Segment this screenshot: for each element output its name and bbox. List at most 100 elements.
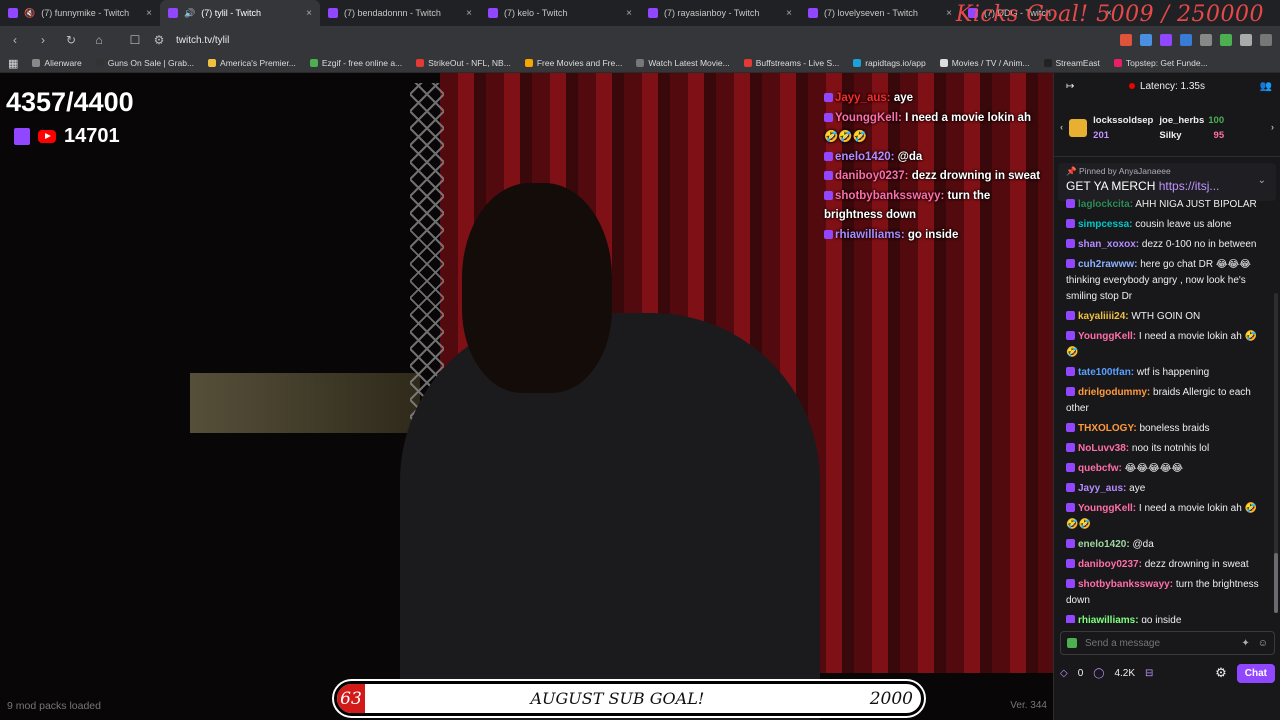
reload-icon[interactable]: ↻ <box>64 33 78 47</box>
close-tab-icon[interactable]: × <box>146 8 152 19</box>
video-player[interactable]: 4357/4400 14701 Jayy_aus: aye YounggKell:… <box>0 73 1053 720</box>
bookmark-item[interactable]: Guns On Sale | Grab... <box>95 58 194 68</box>
bookmark-item[interactable]: Ezgif - free online a... <box>309 58 402 68</box>
chat-username[interactable]: YounggKell: <box>1078 331 1136 342</box>
url-text[interactable]: twitch.tv/tylil <box>176 35 229 46</box>
close-tab-icon[interactable]: × <box>306 8 312 19</box>
browser-tab[interactable]: 🔊 (7) tylil - Twitch × <box>160 0 320 26</box>
forward-icon[interactable]: › <box>36 33 50 47</box>
close-tab-icon[interactable]: × <box>786 8 792 19</box>
chat-username[interactable]: quebcfw: <box>1078 463 1122 474</box>
audio-icon[interactable]: 🔊 <box>184 8 195 19</box>
chat-message[interactable]: enelo1420: @da <box>1066 535 1268 555</box>
chevron-down-icon[interactable]: ⌄ <box>1258 175 1266 186</box>
prediction-icon[interactable]: ⊟ <box>1145 668 1153 679</box>
badge-icon[interactable] <box>1067 638 1077 648</box>
close-tab-icon[interactable]: × <box>466 8 472 19</box>
chat-send-button[interactable]: Chat <box>1236 663 1275 683</box>
chat-username[interactable]: enelo1420: <box>1078 539 1130 550</box>
home-icon[interactable]: ⌂ <box>92 33 106 47</box>
leaderboard-next-icon[interactable]: › <box>1271 122 1274 133</box>
chat-message[interactable]: THXOLOGY: boneless braids <box>1066 419 1268 439</box>
browser-tab[interactable]: (7) bendadonnn - Twitch × <box>320 0 480 26</box>
chat-username[interactable]: cuh2rawww: <box>1078 259 1137 270</box>
chat-message[interactable]: rhiawilliams: go inside <box>1066 611 1268 623</box>
extension-icon[interactable] <box>1200 34 1212 46</box>
chat-input-box[interactable]: ✦ ☺ <box>1060 631 1275 655</box>
chat-scrollbar[interactable] <box>1274 293 1278 613</box>
bookmark-item[interactable]: StrikeOut - NFL, NB... <box>416 58 511 68</box>
chat-message[interactable]: drielgodummy: braids Allergic to each ot… <box>1066 383 1268 419</box>
chat-message[interactable]: daniboy0237: dezz drowning in sweat <box>1066 555 1268 575</box>
extension-icon[interactable] <box>1160 34 1172 46</box>
bookmark-icon[interactable]: ☐ <box>128 33 142 47</box>
apps-grid-icon[interactable]: ▦ <box>8 57 18 70</box>
chat-message[interactable]: YounggKell: I need a movie lokin ah 🤣🤣🤣 <box>1066 499 1268 535</box>
bookmark-item[interactable]: Movies / TV / Anim... <box>939 58 1030 68</box>
site-info-icon[interactable]: ⚙ <box>152 33 166 47</box>
bookmark-item[interactable]: Watch Latest Movie... <box>636 58 730 68</box>
chat-username[interactable]: THXOLOGY: <box>1078 423 1137 434</box>
bookmark-item[interactable]: Free Movies and Fre... <box>524 58 622 68</box>
chat-username[interactable]: shan_xoxox: <box>1078 239 1139 250</box>
pinned-link[interactable]: https://itsj... <box>1159 179 1220 193</box>
extension-icon[interactable] <box>1220 34 1232 46</box>
url-field[interactable]: ☐ ⚙ twitch.tv/tylil <box>128 33 1106 47</box>
brave-shield-icon[interactable] <box>1120 34 1132 46</box>
chat-message[interactable]: shotbybanksswayy: turn the brightness do… <box>1066 575 1268 611</box>
chat-message[interactable]: tate100tfan: wtf is happening <box>1066 363 1268 383</box>
chat-message[interactable]: YounggKell: I need a movie lokin ah 🤣🤣 <box>1066 327 1268 363</box>
gifter-3[interactable]: Silky 95 <box>1159 130 1224 141</box>
bookmark-item[interactable]: Topstep: Get Funde... <box>1113 58 1208 68</box>
chat-message[interactable]: Jayy_aus: aye <box>1066 479 1268 499</box>
collapse-chat-icon[interactable]: ↦ <box>1066 81 1074 92</box>
gifter-2[interactable]: joe_herbs 100 <box>1159 115 1224 126</box>
chat-username[interactable]: shotbybanksswayy: <box>1078 579 1173 590</box>
bookmark-item[interactable]: Alienware <box>32 58 82 68</box>
chat-message[interactable]: shan_xoxox: dezz 0-100 no in between <box>1066 235 1268 255</box>
bookmark-item[interactable]: America's Premier... <box>208 58 296 68</box>
chat-username[interactable]: laglockcita: <box>1078 199 1133 210</box>
gifter-1[interactable]: lockssoldsep 201 <box>1093 115 1153 141</box>
chat-message[interactable]: simpcessa: cousin leave us alone <box>1066 215 1268 235</box>
chat-username[interactable]: YounggKell: <box>1078 503 1136 514</box>
close-tab-icon[interactable]: × <box>946 8 952 19</box>
chat-username[interactable]: tate100tfan: <box>1078 367 1134 378</box>
browser-tab[interactable]: 🔇 (7) funnymike - Twitch × <box>0 0 160 26</box>
bits-cheer-icon[interactable]: ✦ <box>1241 638 1249 649</box>
bits-icon[interactable]: ◯ <box>1093 668 1104 679</box>
bookmark-item[interactable]: StreamEast <box>1043 58 1100 68</box>
chat-username[interactable]: daniboy0237: <box>1078 559 1142 570</box>
chat-username[interactable]: drielgodummy: <box>1078 387 1150 398</box>
chat-username[interactable]: Jayy_aus: <box>1078 483 1126 494</box>
chat-message[interactable]: NoLuvv38: noo its notnhis lol <box>1066 439 1268 459</box>
menu-icon[interactable] <box>1260 34 1272 46</box>
leaderboard-prev-icon[interactable]: ‹ <box>1060 122 1063 133</box>
browser-tab[interactable]: (7) rayasianboy - Twitch × <box>640 0 800 26</box>
browser-tab[interactable]: (7) kelo - Twitch × <box>480 0 640 26</box>
puzzle-icon[interactable] <box>1240 34 1252 46</box>
extension-icon[interactable] <box>1140 34 1152 46</box>
emote-picker-icon[interactable]: ☺ <box>1258 638 1268 649</box>
settings-gear-icon[interactable]: ⚙ <box>1215 665 1227 681</box>
chat-username[interactable]: kayaliiii24: <box>1078 311 1129 322</box>
overlay-chat-text: @da <box>894 150 923 163</box>
twitch-icon <box>14 128 30 145</box>
send-message-input[interactable] <box>1085 637 1234 649</box>
points-icon[interactable]: ◇ <box>1060 668 1068 679</box>
extension-icon[interactable] <box>1180 34 1192 46</box>
chat-message[interactable]: kayaliiii24: WTH GOIN ON <box>1066 307 1268 327</box>
chat-username[interactable]: rhiawilliams: <box>1078 615 1139 623</box>
chat-username[interactable]: NoLuvv38: <box>1078 443 1129 454</box>
chat-message[interactable]: cuh2rawww: here go chat DR 😂😂😂 thinking … <box>1066 255 1268 307</box>
close-tab-icon[interactable]: × <box>626 8 632 19</box>
chat-message[interactable]: laglockcita: AHH NIGA JUST BIPOLAR <box>1066 195 1268 215</box>
bookmark-item[interactable]: rapidtags.io/app <box>853 58 926 68</box>
community-icon[interactable]: 👥 <box>1260 81 1272 92</box>
chat-username[interactable]: simpcessa: <box>1078 219 1132 230</box>
audio-icon[interactable]: 🔇 <box>24 8 35 19</box>
chat-message[interactable]: quebcfw: 😂😂😂😂😂 <box>1066 459 1268 479</box>
back-icon[interactable]: ‹ <box>8 33 22 47</box>
bookmark-item[interactable]: Buffstreams - Live S... <box>743 58 839 68</box>
browser-tab[interactable]: (7) lovelyseven - Twitch × <box>800 0 960 26</box>
